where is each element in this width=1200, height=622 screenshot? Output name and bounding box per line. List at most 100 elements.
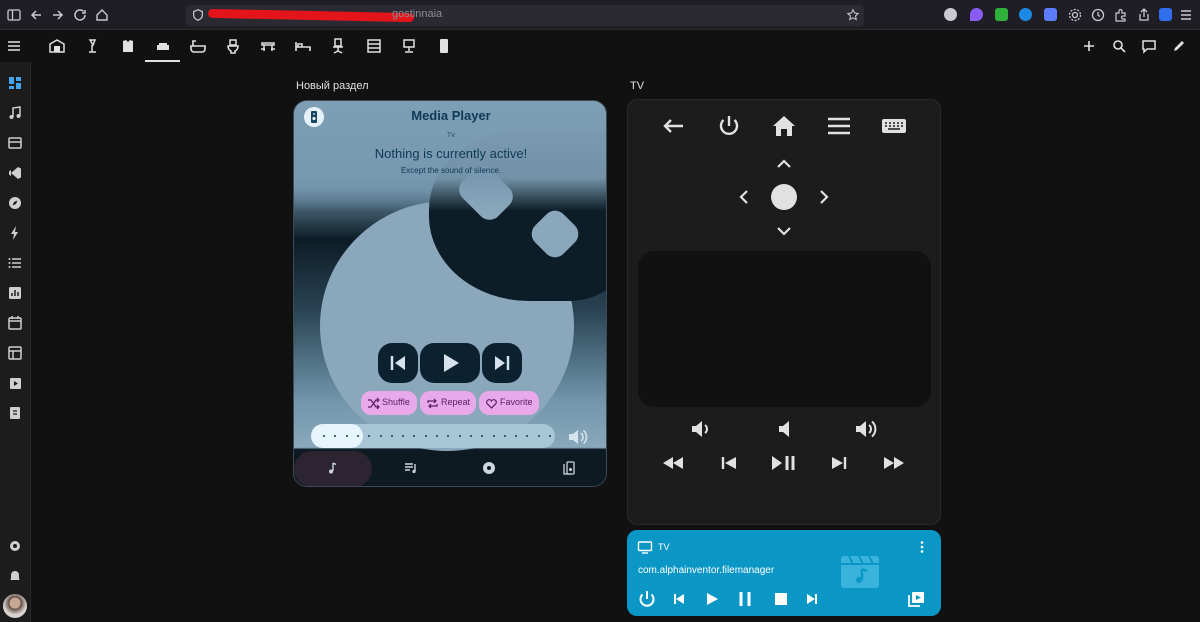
sidebar-settings-gear-icon[interactable] — [7, 538, 23, 554]
tv-previous-icon[interactable] — [669, 589, 689, 609]
menu-icon[interactable] — [825, 112, 853, 140]
home-icon[interactable] — [94, 7, 110, 23]
home-icon[interactable] — [770, 112, 798, 140]
previous-track-button[interactable] — [378, 343, 418, 383]
sidebar-dashboard-icon[interactable] — [7, 345, 23, 361]
tab-now-playing[interactable] — [294, 451, 372, 486]
share-icon[interactable] — [1136, 7, 1152, 23]
repeat-chip[interactable]: Repeat — [420, 391, 476, 415]
volume-icon[interactable] — [566, 426, 588, 448]
dpad-center-button[interactable] — [771, 184, 797, 210]
bookmark-star-icon[interactable] — [846, 8, 860, 22]
back-icon[interactable] — [28, 7, 44, 23]
next-track-button[interactable] — [482, 343, 522, 383]
app-menu-icon[interactable] — [1178, 7, 1194, 23]
edit-pencil-icon[interactable] — [1171, 38, 1187, 54]
dpad-left-icon[interactable] — [730, 183, 758, 211]
sidebar-music-icon[interactable] — [7, 105, 23, 121]
queue-music-icon — [405, 463, 416, 474]
favorite-chip[interactable]: Favorite — [479, 391, 539, 415]
address-bar[interactable]: gostinnaia — [186, 5, 864, 26]
volume-down-icon[interactable] — [687, 415, 715, 443]
extension-translate-icon[interactable] — [1044, 8, 1057, 21]
play-pause-icon[interactable] — [770, 449, 798, 477]
tab-media-browser[interactable] — [450, 451, 528, 486]
volume-slider[interactable] — [311, 424, 555, 448]
reload-icon[interactable] — [72, 7, 88, 23]
search-icon[interactable] — [1111, 38, 1127, 54]
volume-mute-icon[interactable] — [770, 415, 798, 443]
tv-media-browse-icon[interactable] — [907, 589, 927, 609]
tab-speakers[interactable] — [530, 451, 606, 486]
sidebar-history-chart-icon[interactable] — [7, 285, 23, 301]
skip-previous-icon[interactable] — [715, 449, 743, 477]
sidebar-lightning-icon[interactable] — [7, 225, 23, 241]
shuffle-chip[interactable]: Shuffle — [361, 391, 417, 415]
extension-cloud-icon[interactable] — [1019, 8, 1032, 21]
sidebar-energy-icon[interactable] — [7, 135, 23, 151]
extension-purple-icon[interactable] — [970, 8, 983, 21]
history-clock-icon[interactable] — [1090, 7, 1106, 23]
fast-forward-icon[interactable] — [880, 449, 908, 477]
sidebar-list-icon[interactable] — [7, 255, 23, 271]
sidebar-todo-icon[interactable] — [7, 405, 23, 421]
tab-fridge-icon[interactable] — [435, 37, 453, 55]
tab-bed-icon[interactable] — [294, 37, 312, 55]
sidebar-notifications-bell-icon[interactable] — [7, 568, 23, 584]
volume-up-icon[interactable] — [853, 415, 881, 443]
media-player-card[interactable]: Media Player TV Nothing is currently act… — [293, 100, 607, 487]
tab-home-icon[interactable] — [48, 37, 66, 55]
sidebar-vscode-icon[interactable] — [7, 165, 23, 181]
sidebar-media-icon[interactable] — [7, 375, 23, 391]
media-subtitle-text: Except the sound of silence. — [400, 166, 502, 175]
sidebar-map-compass-icon[interactable] — [7, 195, 23, 211]
volume-step-dot — [537, 435, 540, 437]
extensions-puzzle-icon[interactable] — [1113, 7, 1129, 23]
tab-wardrobe-icon[interactable] — [119, 37, 137, 55]
sidebar-calendar-icon[interactable] — [7, 315, 23, 331]
extension-blue-icon[interactable] — [1159, 8, 1172, 21]
tv-pause-icon[interactable] — [735, 589, 755, 609]
tv-next-icon[interactable] — [802, 589, 822, 609]
tab-lamp-icon[interactable] — [84, 37, 102, 55]
dpad-right-icon[interactable] — [810, 183, 838, 211]
more-options-icon[interactable] — [914, 539, 930, 555]
skip-next-icon[interactable] — [825, 449, 853, 477]
tab-table-chairs-icon[interactable] — [259, 37, 277, 55]
dpad-up-icon[interactable] — [770, 150, 798, 178]
touchpad[interactable] — [638, 251, 931, 407]
forward-icon[interactable] — [50, 7, 66, 23]
sidebar-overview-icon[interactable] — [7, 75, 23, 91]
tv-play-icon[interactable] — [702, 589, 722, 609]
rewind-icon[interactable] — [659, 449, 687, 477]
extension-p-icon[interactable] — [944, 8, 957, 21]
volume-step-dot — [492, 435, 495, 437]
tab-desk-icon[interactable] — [400, 37, 418, 55]
browser-toolbar: gostinnaia — [0, 0, 1200, 30]
assist-chat-icon[interactable] — [1141, 38, 1157, 54]
volume-step-dot — [424, 435, 427, 437]
settings-gear-icon[interactable] — [1067, 7, 1083, 23]
add-icon[interactable] — [1081, 38, 1097, 54]
back-arrow-icon[interactable] — [659, 112, 687, 140]
volume-step-dot — [402, 435, 405, 437]
active-tab-indicator — [145, 60, 180, 62]
power-icon[interactable] — [715, 112, 743, 140]
tv-media-card[interactable]: TV com.alphainventor.filemanager — [627, 530, 941, 616]
sidebar-toggle-icon[interactable] — [6, 7, 22, 23]
tv-stop-icon[interactable] — [771, 589, 791, 609]
dpad-down-icon[interactable] — [770, 217, 798, 245]
volume-step-dot — [526, 435, 529, 437]
tab-sofa-icon[interactable] — [154, 37, 172, 55]
tab-queue[interactable] — [372, 451, 450, 486]
menu-icon[interactable] — [6, 38, 22, 54]
tab-bathtub-icon[interactable] — [189, 37, 207, 55]
tab-office-chair-icon[interactable] — [329, 37, 347, 55]
keyboard-icon[interactable] — [880, 112, 908, 140]
user-avatar[interactable] — [3, 594, 27, 618]
play-button[interactable] — [420, 343, 480, 383]
extension-green-icon[interactable] — [995, 8, 1008, 21]
tv-power-icon[interactable] — [637, 589, 657, 609]
tab-toilet-icon[interactable] — [224, 37, 242, 55]
tab-dresser-icon[interactable] — [365, 37, 383, 55]
